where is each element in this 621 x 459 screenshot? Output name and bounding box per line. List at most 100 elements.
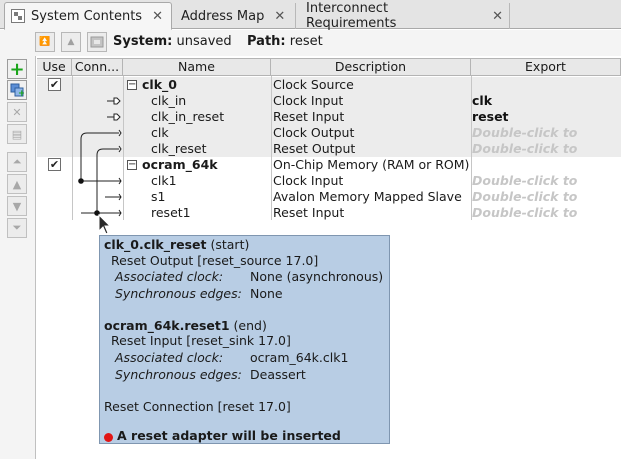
svg-text:+: + (18, 89, 24, 97)
row-name[interactable]: reset1 (151, 205, 270, 221)
row-export[interactable]: Double-click to (472, 141, 620, 157)
row-description: Reset Output (273, 141, 356, 156)
tooltip-connection-type: Reset Connection [reset 17.0] (104, 399, 291, 414)
collapse-toggle-icon[interactable]: − (127, 80, 137, 90)
row-name[interactable]: clk_reset (151, 141, 270, 157)
up-arrow-icon: ▲ (67, 37, 75, 47)
edit-button[interactable]: ▤ (7, 124, 27, 144)
tooltip-sink-name: ocram_64k.reset1 (104, 318, 230, 333)
column-header-export[interactable]: Export (471, 58, 621, 76)
row-description: Clock Input (273, 173, 344, 188)
tab-strip: System Contents ✕ Address Map ✕ Intercon… (0, 0, 621, 31)
tooltip-source-type: Reset Output [reset_source 17.0] (111, 253, 319, 268)
move-up-icon: ▲ (12, 177, 22, 191)
row-name[interactable]: clk_0 (142, 77, 270, 93)
row-export[interactable] (472, 77, 620, 93)
close-icon[interactable]: ✕ (492, 9, 503, 24)
row-export[interactable]: Double-click to (472, 205, 620, 221)
use-checkbox[interactable]: ✔ (48, 78, 61, 91)
column-header-use[interactable]: Use (37, 58, 72, 76)
remove-button[interactable]: ✕ (7, 102, 27, 122)
table-row[interactable]: clk Clock Output Double-click to (37, 125, 621, 141)
double-up-arrow-icon: ⏫ (39, 37, 51, 47)
tab-label: System Contents (31, 8, 143, 24)
row-name[interactable]: clk1 (151, 173, 270, 189)
back-button[interactable]: ⏫ (35, 32, 55, 52)
row-export[interactable]: reset (472, 109, 620, 125)
x-icon: ✕ (12, 105, 22, 119)
column-header-connections[interactable]: Conn... (72, 58, 123, 76)
table-row[interactable]: clk_reset Reset Output Double-click to (37, 141, 621, 157)
tooltip-warning: A reset adapter will be inserted (117, 428, 341, 443)
system-status: System: unsaved (113, 34, 232, 49)
mouse-cursor-icon (98, 214, 112, 235)
table-row[interactable]: ✔ − clk_0 Clock Source (37, 77, 621, 93)
column-header-name[interactable]: Name (123, 58, 271, 76)
tab-label: Address Map (181, 8, 265, 24)
tooltip-source-assoc-val: None (asynchronous) (250, 269, 384, 284)
path-status: Path: reset (247, 34, 323, 49)
tooltip-source-sync-val: None (250, 286, 283, 301)
table-row[interactable]: clk_in Clock Input clk (37, 93, 621, 109)
row-description: Reset Input (273, 109, 345, 124)
path-value: reset (289, 34, 323, 49)
move-bottom-icon: ⏷ (12, 221, 22, 234)
tab-system-contents[interactable]: System Contents ✕ (4, 2, 172, 30)
table-row[interactable]: ✔ − ocram_64k On-Chip Memory (RAM or ROM) (37, 157, 621, 173)
move-top-icon: ⏶ (12, 155, 22, 168)
collapse-toggle-icon[interactable]: − (127, 160, 137, 170)
add-hierarchy-icon: + (10, 83, 24, 97)
column-divider (123, 76, 124, 220)
move-top-button[interactable]: ⏶ (7, 152, 27, 172)
left-toolbar: + + ✕ ▤ ⏶ ▲ ▼ ⏷ (0, 56, 36, 459)
move-up-button[interactable]: ▲ (7, 174, 27, 194)
close-icon[interactable]: ✕ (152, 9, 163, 24)
close-icon[interactable]: ✕ (274, 9, 285, 24)
row-description: Reset Input (273, 205, 345, 220)
row-export[interactable]: clk (472, 93, 620, 109)
move-down-button[interactable]: ▼ (7, 196, 27, 216)
use-checkbox[interactable]: ✔ (48, 158, 61, 171)
add-component-button[interactable]: + (7, 58, 27, 80)
row-description: Avalon Memory Mapped Slave (273, 189, 462, 204)
row-name[interactable]: ocram_64k (142, 157, 270, 173)
connection-tooltip: clk_0.clk_reset (start) Reset Output [re… (99, 235, 390, 444)
column-divider (72, 76, 73, 220)
move-bottom-button[interactable]: ⏷ (7, 218, 27, 238)
tab-interconnect-requirements[interactable]: Interconnect Requirements ✕ (300, 1, 510, 31)
row-name[interactable]: clk_in_reset (151, 109, 270, 125)
row-export[interactable]: Double-click to (472, 189, 620, 205)
tooltip-sink-sync-key: Synchronous edges: (115, 367, 242, 382)
up-button[interactable]: ▲ (61, 32, 81, 52)
table-row[interactable]: reset1 Reset Input Double-click to (37, 205, 621, 221)
tooltip-sink-assoc-val: ocram_64k.clk1 (250, 350, 349, 365)
tooltip-sink-sync-val: Deassert (250, 367, 306, 382)
table-row[interactable]: clk1 Clock Input Double-click to (37, 173, 621, 189)
column-header-description[interactable]: Description (271, 58, 471, 76)
tooltip-source-assoc-key: Associated clock: (115, 269, 224, 284)
row-description: On-Chip Memory (RAM or ROM) (273, 157, 470, 172)
column-divider (271, 76, 272, 220)
tooltip-source-sync-key: Synchronous edges: (115, 286, 242, 301)
tooltip-sink-type: Reset Input [reset_sink 17.0] (111, 333, 291, 348)
row-export[interactable]: Double-click to (472, 125, 620, 141)
column-divider (471, 76, 472, 220)
row-name[interactable]: s1 (151, 189, 270, 205)
plus-icon: + (9, 58, 25, 80)
system-label: System: (113, 34, 173, 49)
table-row[interactable]: clk_in_reset Reset Input reset (37, 109, 621, 125)
row-export[interactable] (472, 157, 620, 173)
system-value: unsaved (176, 34, 232, 49)
row-description: Clock Output (273, 125, 355, 140)
tab-address-map[interactable]: Address Map ✕ (175, 3, 296, 29)
tooltip-sink-role: (end) (233, 318, 267, 333)
move-down-icon: ▼ (12, 199, 22, 213)
hierarchy-button[interactable] (87, 32, 107, 52)
add-hierarchy-button[interactable]: + (7, 80, 27, 100)
tooltip-sink: ocram_64k.reset1 (end) (104, 318, 267, 333)
table-row[interactable]: s1 Avalon Memory Mapped Slave Double-click… (37, 189, 621, 205)
row-description: Clock Source (273, 77, 354, 92)
row-export[interactable]: Double-click to (472, 173, 620, 189)
row-name[interactable]: clk (151, 125, 270, 141)
row-name[interactable]: clk_in (151, 93, 270, 109)
